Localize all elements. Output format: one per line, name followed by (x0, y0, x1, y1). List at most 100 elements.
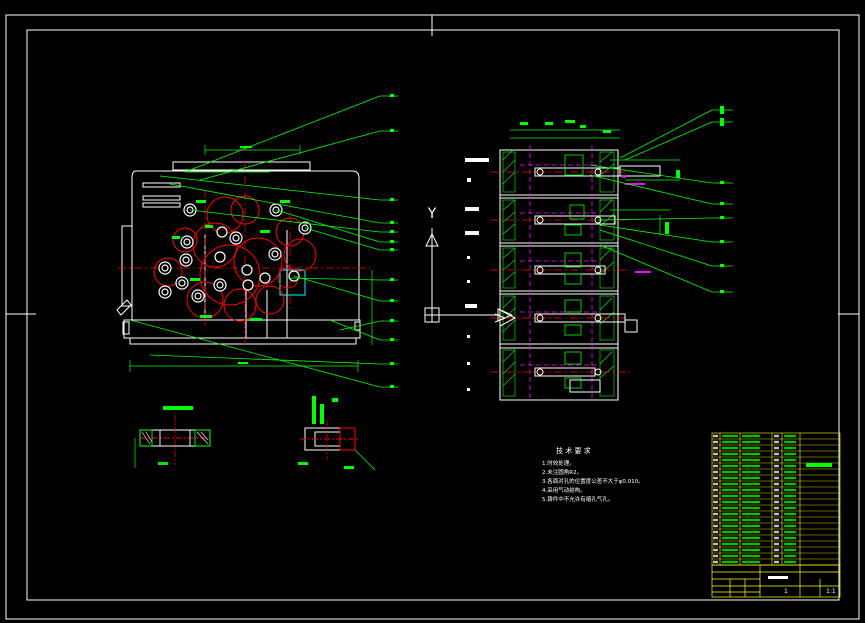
bom-cell-mark (784, 476, 796, 480)
bom-cell-mark (774, 500, 779, 504)
bom-cell-mark (713, 452, 718, 456)
bom-cell-mark (784, 512, 796, 516)
bom-cell-mark (742, 560, 760, 564)
bom-cell-mark (713, 446, 718, 450)
tech-requirements-title: 技 术 要 求 (556, 446, 591, 455)
bom-cell-mark (784, 554, 796, 558)
cad-drawing-canvas[interactable]: Y 技 术 要 求 1.时效处理。 2.未注圆角R2。 3.各面对孔的位置度公差… (0, 0, 865, 623)
bom-cell-mark (774, 518, 779, 522)
bom-cell-mark (784, 530, 796, 534)
technical-requirements-notes: 技 术 要 求 1.时效处理。 2.未注圆角R2。 3.各面对孔的位置度公差不大… (542, 446, 644, 503)
bom-cell-mark (742, 476, 760, 480)
bom-cell-mark (742, 434, 760, 438)
bom-cell-mark (742, 542, 760, 546)
bom-cell-mark (722, 488, 738, 492)
bom-cell-mark (774, 458, 779, 462)
bom-cell-mark (713, 512, 718, 516)
bom-cell-mark (742, 536, 760, 540)
bom-cell-mark (713, 500, 718, 504)
bom-cell-mark (742, 488, 760, 492)
bom-cell-mark (713, 440, 718, 444)
bom-cell-mark (713, 542, 718, 546)
bom-cell-mark (774, 530, 779, 534)
bom-cell-mark (722, 500, 738, 504)
bom-cell-mark (713, 458, 718, 462)
bom-cell-mark (742, 464, 760, 468)
bom-cell-mark (742, 500, 760, 504)
bom-cell-mark (784, 458, 796, 462)
title-block-sheet-no: 1 (784, 588, 788, 595)
bom-cell-mark (774, 488, 779, 492)
bom-cell-mark (742, 548, 760, 552)
title-block-scale: 1:1 (826, 588, 836, 595)
bom-cell-mark (722, 536, 738, 540)
bom-cell-mark (742, 440, 760, 444)
bom-cell-mark (784, 464, 796, 468)
bom-cell-mark (713, 488, 718, 492)
bom-cell-mark (774, 476, 779, 480)
bom-cell-mark (742, 524, 760, 528)
parts-list-table[interactable] (711, 432, 841, 566)
bom-cell-mark (774, 512, 779, 516)
bom-cell-mark (742, 446, 760, 450)
detail-view-a (134, 406, 211, 468)
bom-cell-mark (722, 512, 738, 516)
bom-cell-mark (784, 452, 796, 456)
bom-cell-mark (774, 482, 779, 486)
bom-cell-mark (742, 494, 760, 498)
bom-cell-mark (722, 458, 738, 462)
bom-cell-mark (742, 482, 760, 486)
bom-cell-mark (784, 440, 796, 444)
bom-cell-mark (742, 506, 760, 510)
bom-cell-mark (784, 488, 796, 492)
bom-cell-mark (722, 440, 738, 444)
bom-cell-mark (722, 476, 738, 480)
bom-cell-mark (742, 470, 760, 474)
bom-cell-mark (774, 548, 779, 552)
bom-cell-mark (784, 470, 796, 474)
bom-cell-mark (784, 536, 796, 540)
bom-cell-mark (742, 554, 760, 558)
bom-cell-mark (774, 536, 779, 540)
bom-cell-mark (784, 542, 796, 546)
bom-cell-mark (713, 464, 718, 468)
bom-cell-mark (774, 446, 779, 450)
bom-cell-mark (722, 464, 738, 468)
bom-cell-mark (722, 518, 738, 522)
bom-cell-mark (713, 470, 718, 474)
bom-cell-mark (722, 542, 738, 546)
bom-cell-mark (713, 482, 718, 486)
bom-cell-mark (784, 524, 796, 528)
plan-view-leaders (129, 95, 398, 388)
bom-cell-mark (784, 446, 796, 450)
bom-cell-mark (722, 482, 738, 486)
bom-cell-mark (713, 536, 718, 540)
fixture-plan-view[interactable] (116, 145, 373, 372)
bom-cell-mark (722, 524, 738, 528)
bom-cell-mark (742, 458, 760, 462)
bom-cell-mark (774, 470, 779, 474)
bom-cell-mark (713, 434, 718, 438)
tech-requirement-item: 4.采用气动结构。 (542, 486, 586, 494)
bom-cell-mark (774, 524, 779, 528)
bom-cell-mark (784, 506, 796, 510)
section-elevation-view[interactable] (490, 120, 680, 401)
bom-cell-mark (713, 560, 718, 564)
bom-cell-mark (784, 494, 796, 498)
title-block[interactable]: 1 1:1 (711, 564, 841, 598)
section-view-callout-tags (720, 106, 724, 293)
plan-view-callout-tags (390, 94, 394, 388)
bom-cell-mark (774, 464, 779, 468)
bom-cell-mark (742, 530, 760, 534)
bom-cell-mark (774, 440, 779, 444)
bom-cell-mark (713, 548, 718, 552)
bom-cell-mark (742, 518, 760, 522)
section-view-leaders (589, 109, 733, 293)
bom-cell-mark (713, 530, 718, 534)
bom-cell-mark (722, 434, 738, 438)
bom-cell-mark (722, 506, 738, 510)
bom-cell-mark (713, 554, 718, 558)
bom-cell-mark (774, 560, 779, 564)
bom-cell-mark (722, 530, 738, 534)
bom-cell-mark (722, 548, 738, 552)
